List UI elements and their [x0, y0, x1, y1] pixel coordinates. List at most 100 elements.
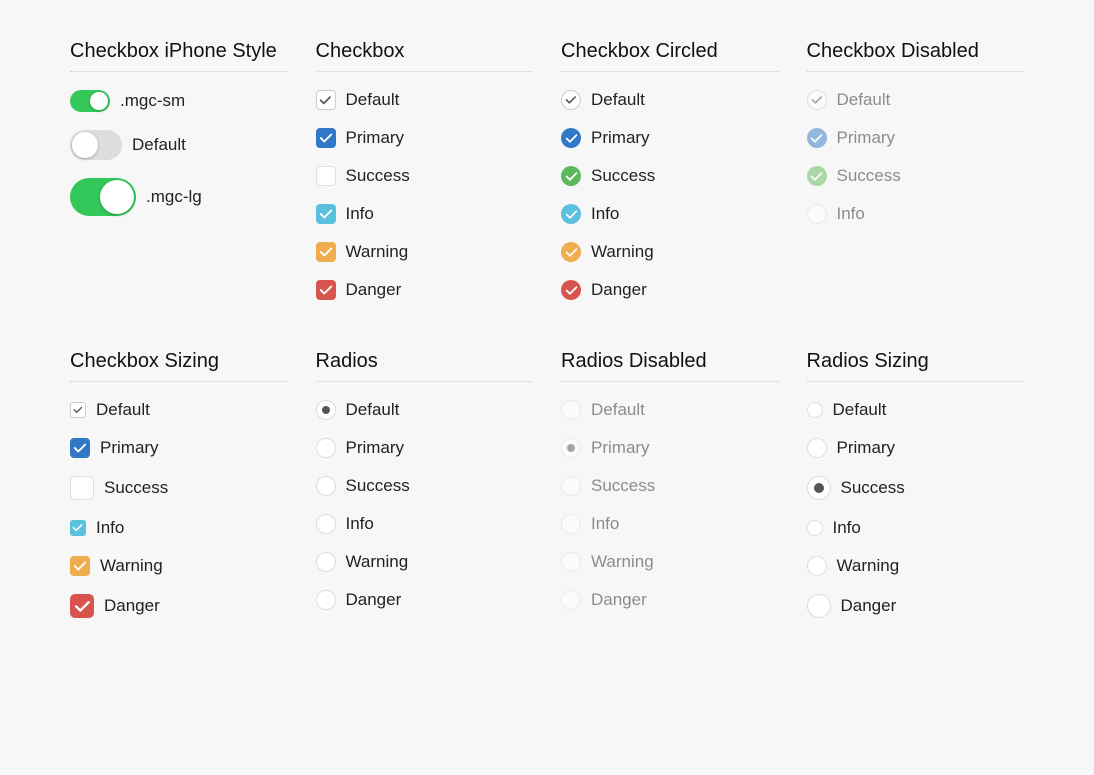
radio-sm-info[interactable] — [807, 520, 823, 536]
checkbox-circled-success[interactable] — [561, 166, 581, 186]
radio-label: Warning — [591, 552, 654, 572]
radio-lg-danger[interactable] — [807, 594, 831, 618]
check-icon — [72, 522, 83, 533]
checkbox-success[interactable] — [316, 166, 336, 186]
checkbox-row-primary: Primary — [316, 128, 534, 148]
toggle-row-sm: .mgc-sm — [70, 90, 288, 112]
toggle-sm[interactable] — [70, 90, 110, 112]
checkbox-circled-default[interactable] — [561, 90, 581, 110]
radio-success[interactable] — [316, 476, 336, 496]
checkbox-danger[interactable] — [316, 280, 336, 300]
radio-default[interactable] — [316, 400, 336, 420]
checkbox-label: Info — [96, 518, 124, 538]
check-icon — [319, 283, 333, 297]
radio-primary[interactable] — [316, 438, 336, 458]
radio-disabled-row-warning: Warning — [561, 552, 779, 572]
check-icon — [73, 559, 87, 573]
radio-row-warning: Warning — [316, 552, 534, 572]
radio-sizing-row-warning: Warning — [807, 556, 1025, 576]
radio-sizing-row-danger: Danger — [807, 594, 1025, 618]
checkbox-label: Warning — [346, 242, 409, 262]
checkbox-label: Default — [346, 90, 400, 110]
checkbox-label: Primary — [346, 128, 405, 148]
toggle-row-default: Default — [70, 130, 288, 160]
toggle-label: .mgc-sm — [120, 91, 185, 111]
radio-dot-icon — [567, 444, 575, 452]
checkbox-circled-warning[interactable] — [561, 242, 581, 262]
toggle-knob — [90, 92, 108, 110]
checkbox-primary[interactable] — [316, 128, 336, 148]
toggle-label: Default — [132, 135, 186, 155]
check-icon — [73, 441, 87, 455]
checkbox-label: Primary — [100, 438, 159, 458]
panel-checkbox-circled: Checkbox Circled Default Primary Success… — [561, 40, 779, 300]
radio-disabled-row-default: Default — [561, 400, 779, 420]
check-icon — [810, 170, 823, 183]
checkbox-sizing-row-primary: Primary — [70, 438, 288, 458]
panel-title: Checkbox — [316, 40, 534, 72]
toggle-lg[interactable] — [70, 178, 136, 216]
radio-disabled-default — [561, 400, 581, 420]
panel-checkbox: Checkbox Default Primary Success Info Wa… — [316, 40, 534, 300]
checkbox-sm-default[interactable] — [70, 402, 86, 418]
checkbox-circled-row-danger: Danger — [561, 280, 779, 300]
check-icon — [319, 245, 333, 259]
radio-label: Default — [591, 400, 645, 420]
radio-label: Danger — [346, 590, 402, 610]
checkbox-sm-info[interactable] — [70, 520, 86, 536]
checkbox-md-warning[interactable] — [70, 556, 90, 576]
checkbox-label: Default — [837, 90, 891, 110]
radio-label: Info — [591, 514, 619, 534]
toggle-row-lg: .mgc-lg — [70, 178, 288, 216]
checkbox-disabled-default — [807, 90, 827, 110]
radio-md-warning[interactable] — [807, 556, 827, 576]
checkbox-warning[interactable] — [316, 242, 336, 262]
checkbox-sizing-row-success: Success — [70, 476, 288, 500]
radio-disabled-row-primary: Primary — [561, 438, 779, 458]
panel-title: Checkbox Disabled — [807, 40, 1025, 72]
radio-row-primary: Primary — [316, 438, 534, 458]
radio-disabled-primary — [561, 438, 581, 458]
radio-info[interactable] — [316, 514, 336, 534]
checkbox-label: Success — [591, 166, 655, 186]
radio-label: Danger — [591, 590, 647, 610]
checkbox-sizing-row-default: Default — [70, 400, 288, 420]
panel-title: Checkbox iPhone Style — [70, 40, 288, 72]
checkbox-circled-danger[interactable] — [561, 280, 581, 300]
checkbox-label: Primary — [591, 128, 650, 148]
radio-label: Primary — [346, 438, 405, 458]
checkbox-default[interactable] — [316, 90, 336, 110]
checkbox-label: Danger — [104, 596, 160, 616]
checkbox-label: Info — [837, 204, 865, 224]
checkbox-md-primary[interactable] — [70, 438, 90, 458]
checkbox-label: Danger — [591, 280, 647, 300]
check-icon — [74, 598, 91, 615]
radio-sizing-row-primary: Primary — [807, 438, 1025, 458]
checkbox-sizing-row-warning: Warning — [70, 556, 288, 576]
check-icon — [565, 132, 578, 145]
radio-warning[interactable] — [316, 552, 336, 572]
radio-label: Info — [346, 514, 374, 534]
radio-row-info: Info — [316, 514, 534, 534]
checkbox-disabled-row-success: Success — [807, 166, 1025, 186]
toggle-default[interactable] — [70, 130, 122, 160]
radio-md-primary[interactable] — [807, 438, 827, 458]
radio-label: Success — [841, 478, 905, 498]
checkbox-circled-primary[interactable] — [561, 128, 581, 148]
radio-sm-default[interactable] — [807, 402, 823, 418]
radio-lg-success[interactable] — [807, 476, 831, 500]
check-icon — [319, 94, 332, 107]
radio-disabled-danger — [561, 590, 581, 610]
radio-label: Warning — [837, 556, 900, 576]
radio-danger[interactable] — [316, 590, 336, 610]
checkbox-lg-success[interactable] — [70, 476, 94, 500]
checkbox-label: Default — [96, 400, 150, 420]
checkbox-info[interactable] — [316, 204, 336, 224]
check-icon — [811, 94, 823, 106]
checkbox-label: Warning — [100, 556, 163, 576]
checkbox-lg-danger[interactable] — [70, 594, 94, 618]
checkbox-circled-info[interactable] — [561, 204, 581, 224]
checkbox-label: Info — [346, 204, 374, 224]
radio-disabled-row-info: Info — [561, 514, 779, 534]
checkbox-circled-row-success: Success — [561, 166, 779, 186]
